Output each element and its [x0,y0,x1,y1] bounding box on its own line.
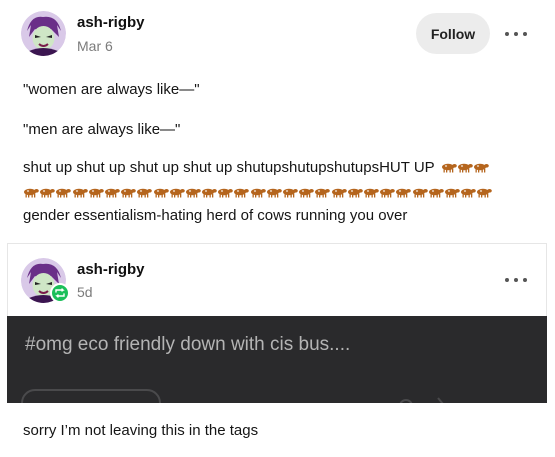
cow-emoji-icon [380,188,395,198]
reblog-border-left [7,243,8,323]
post-line: "women are always like—" [23,81,200,98]
reblog-caption: sorry I’m not leaving this in the tags [0,403,555,457]
post-line-with-cows: shut up shut up shut up shut up shutupsh… [23,159,489,177]
post-divider [7,243,547,244]
reblog-author[interactable]: ash-rigby [77,261,145,278]
cow-emoji-icon [24,188,39,198]
avatar[interactable] [21,11,66,56]
post-line: shut up shut up shut up shut up shutupsh… [23,159,435,176]
cow-emoji-icon [185,188,201,198]
cow-emoji-icon [428,188,444,198]
cow-emoji-icon [457,163,473,173]
post-author[interactable]: ash-rigby [77,14,145,31]
reblog-image[interactable]: #omg eco friendly down with cis bus.... [7,316,547,403]
cow-emoji-icon [315,188,331,198]
cow-emoji-icon [56,188,72,198]
cow-emoji-icon [477,188,493,198]
cow-emoji-icon [202,188,217,198]
cow-emoji-icon [234,188,250,198]
cow-emoji-icon [153,188,169,198]
cow-emoji-icon [412,188,428,198]
cow-emoji-icon [104,188,120,198]
cow-emoji-group [441,160,490,177]
more-options-icon[interactable] [505,29,527,39]
follow-button[interactable]: Follow [416,13,490,54]
post-line: gender essentialism-hating herd of cows … [23,207,408,224]
reblog-icon [50,283,70,303]
reblog-date[interactable]: 5d [77,284,93,300]
cow-emoji-icon [441,163,457,173]
cow-emoji-icon [169,188,185,198]
image-tag-text: #omg eco friendly down with cis bus.... [25,334,351,355]
reblog-border-right [546,243,547,323]
cow-emoji-icon [283,188,298,198]
cow-emoji-icon [250,188,266,198]
cow-emoji-icon [88,188,104,198]
cow-emoji-icon [266,188,282,198]
cow-emoji-icon [218,188,234,198]
cow-emoji-icon [40,188,55,198]
image-button-outline [21,389,161,403]
cow-emoji-icon [72,188,88,198]
cow-emoji-icon [461,188,476,198]
more-options-icon[interactable] [505,275,527,285]
cow-emoji-icon [347,188,363,198]
cow-emoji-row [23,186,493,198]
cow-emoji-icon [473,163,489,173]
image-partial-glyphs [399,397,444,403]
cow-emoji-icon [331,188,347,198]
post-date[interactable]: Mar 6 [77,38,113,54]
cow-emoji-icon [444,188,460,198]
cow-emoji-icon [137,188,153,198]
cow-emoji-icon [363,188,379,198]
post-line: "men are always like—" [23,121,181,138]
cow-emoji-icon [299,188,314,198]
caption-text: sorry I’m not leaving this in the tags [23,422,259,439]
cow-emoji-icon [121,188,136,198]
cow-emoji-icon [396,188,412,198]
